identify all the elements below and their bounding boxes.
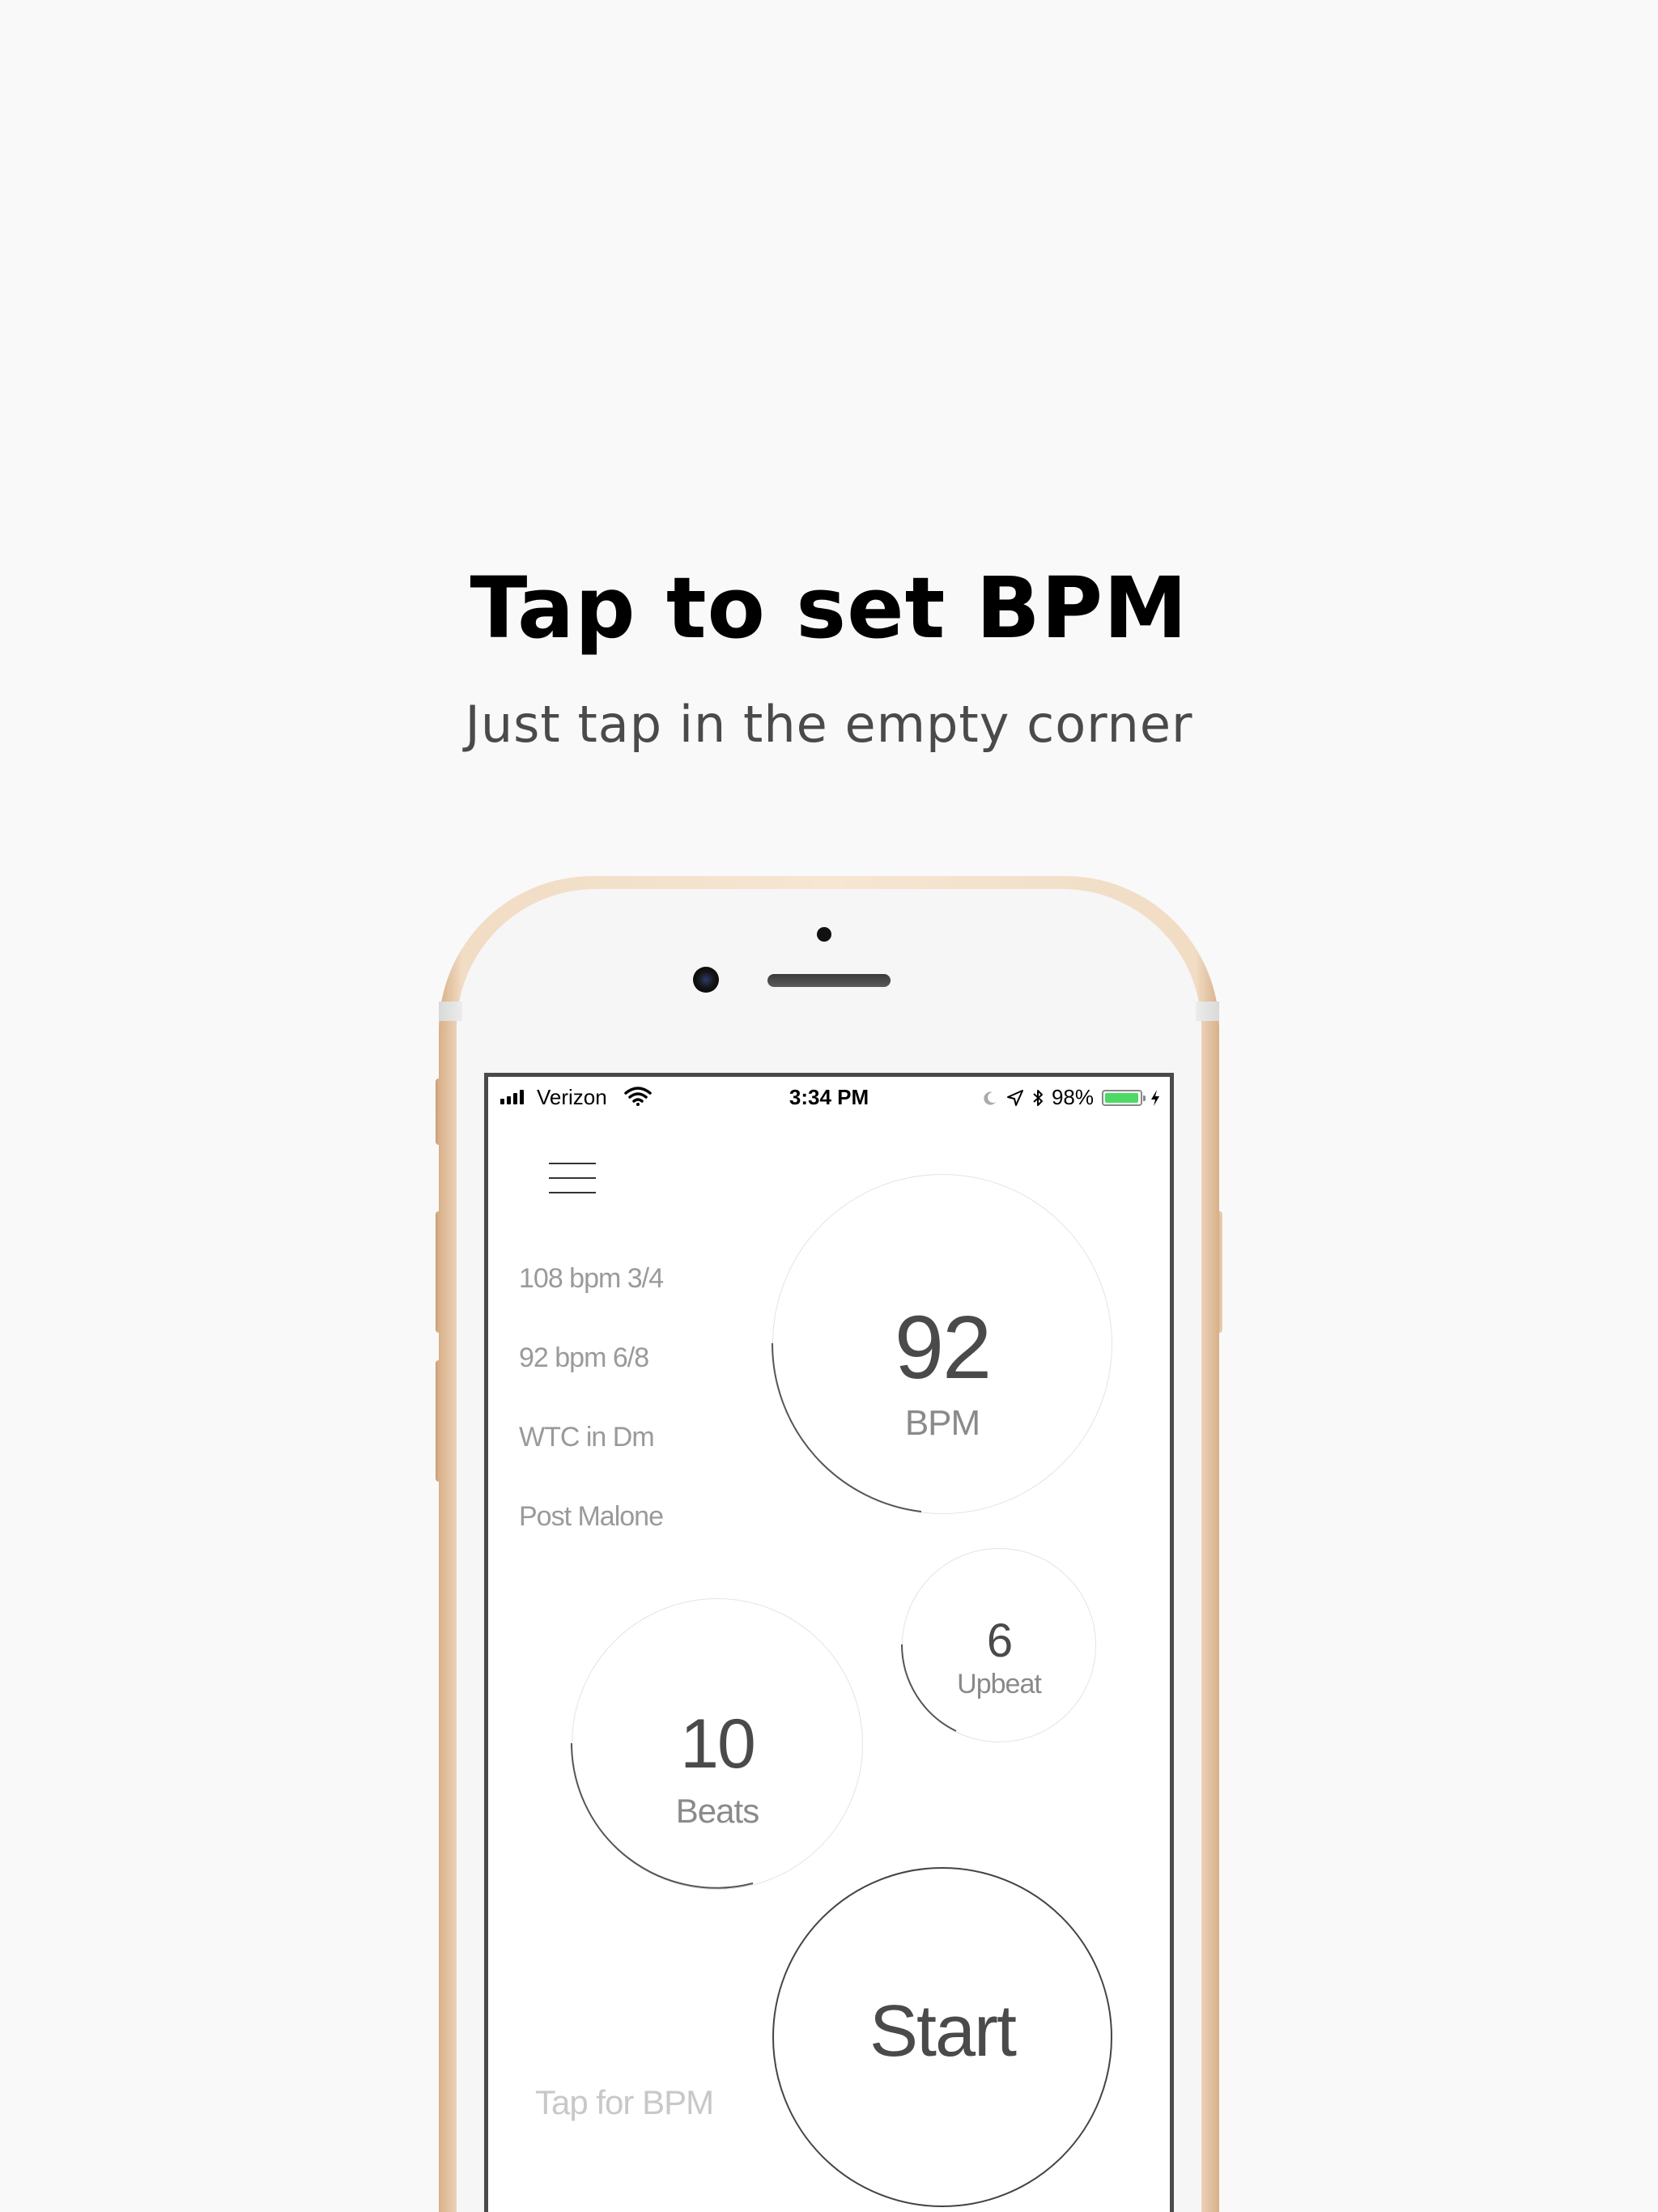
- app-store-screenshot: Tap to set BPM Just tap in the empty cor…: [0, 0, 1658, 2212]
- proximity-sensor: [817, 927, 831, 942]
- beats-dial[interactable]: 10 Beats: [571, 1598, 863, 1890]
- upbeat-value: 6: [986, 1614, 1013, 1667]
- hamburger-menu-icon[interactable]: [549, 1159, 597, 1200]
- charging-icon: [1151, 1089, 1159, 1106]
- front-camera-icon: [693, 967, 719, 993]
- battery-percent: 98%: [1051, 1085, 1094, 1109]
- phone-screen: Verizon 3:34 PM 98% 108 bpm 3/4 92 bpm 6…: [484, 1073, 1174, 2212]
- subheadline: Just tap in the empty corner: [465, 695, 1193, 754]
- preset-item[interactable]: 108 bpm 3/4: [519, 1263, 664, 1295]
- earpiece-speaker: [767, 974, 891, 987]
- beats-label: Beats: [675, 1792, 759, 1830]
- status-bar: Verizon 3:34 PM 98%: [488, 1077, 1170, 1114]
- preset-item[interactable]: Post Malone: [519, 1501, 664, 1533]
- battery-fill: [1105, 1092, 1138, 1103]
- battery-icon: [1102, 1089, 1146, 1106]
- upbeat-label: Upbeat: [957, 1669, 1042, 1699]
- upbeat-dial[interactable]: 6 Upbeat: [901, 1548, 1096, 1742]
- bluetooth-icon: [1033, 1089, 1043, 1106]
- headline: Tap to set BPM: [470, 559, 1188, 657]
- beats-value: 10: [680, 1705, 756, 1783]
- start-button[interactable]: Start: [772, 1867, 1112, 2207]
- tap-for-bpm-area[interactable]: Tap for BPM: [535, 2083, 714, 2122]
- bpm-dial[interactable]: 92 BPM: [771, 1174, 1112, 1514]
- bpm-label: BPM: [904, 1403, 980, 1443]
- preset-item[interactable]: WTC in Dm: [519, 1422, 655, 1453]
- app-screen: Verizon 3:34 PM 98% 108 bpm 3/4 92 bpm 6…: [488, 1077, 1170, 2212]
- preset-item[interactable]: 92 bpm 6/8: [519, 1342, 649, 1374]
- moon-icon: [984, 1091, 996, 1105]
- bpm-value: 92: [894, 1298, 992, 1397]
- start-label: Start: [869, 1991, 1017, 2072]
- status-right-group: 98%: [982, 1085, 1160, 1110]
- location-icon: [1006, 1089, 1023, 1106]
